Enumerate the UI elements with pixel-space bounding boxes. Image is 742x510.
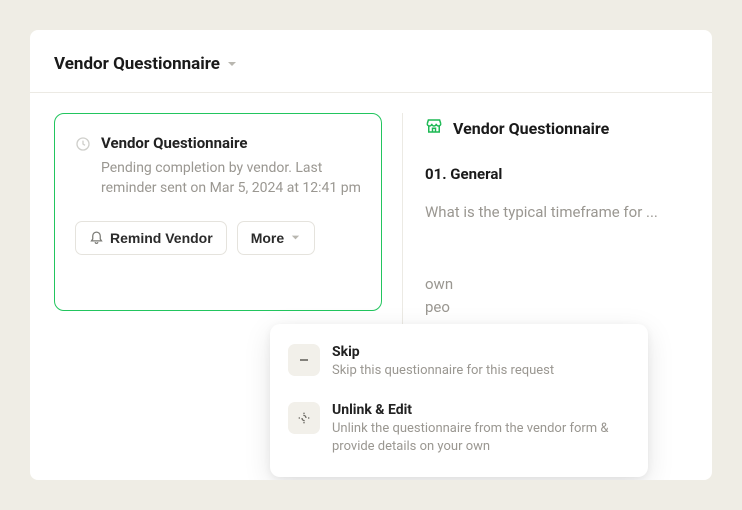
card-title: Vendor Questionnaire [101,134,361,152]
remind-vendor-button[interactable]: Remind Vendor [75,221,227,255]
more-button[interactable]: More [237,221,315,255]
remind-vendor-label: Remind Vendor [110,230,213,246]
caret-down-icon[interactable] [226,58,238,70]
app-window: Vendor Questionnaire Vendor Questionnair… [30,30,712,480]
menu-item-unlink[interactable]: Unlink & Edit Unlink the questionnaire f… [282,394,636,464]
questionnaire-card[interactable]: Vendor Questionnaire Pending completion … [54,113,382,311]
question-text: What is the typical timeframe for ... [425,203,712,221]
clock-icon [75,136,91,199]
menu-skip-title: Skip [332,344,554,360]
caret-down-icon [290,230,301,246]
card-description: Pending completion by vendor. Last remin… [101,158,361,199]
menu-item-skip[interactable]: Skip Skip this questionnaire for this re… [282,336,636,388]
unlink-icon [288,402,320,434]
menu-skip-desc: Skip this questionnaire for this request [332,362,554,380]
more-label: More [251,230,284,246]
page-header: Vendor Questionnaire [30,54,712,93]
bell-icon [89,229,104,247]
menu-unlink-title: Unlink & Edit [332,402,630,418]
hint-text: own peo [425,273,712,318]
section-label: 01. General [425,165,712,183]
menu-unlink-desc: Unlink the questionnaire from the vendor… [332,420,630,456]
card-actions: Remind Vendor More [75,221,361,255]
store-icon [425,117,443,139]
detail-title: Vendor Questionnaire [453,119,609,138]
minus-icon [288,344,320,376]
more-menu: Skip Skip this questionnaire for this re… [270,324,648,477]
page-title: Vendor Questionnaire [54,54,220,74]
